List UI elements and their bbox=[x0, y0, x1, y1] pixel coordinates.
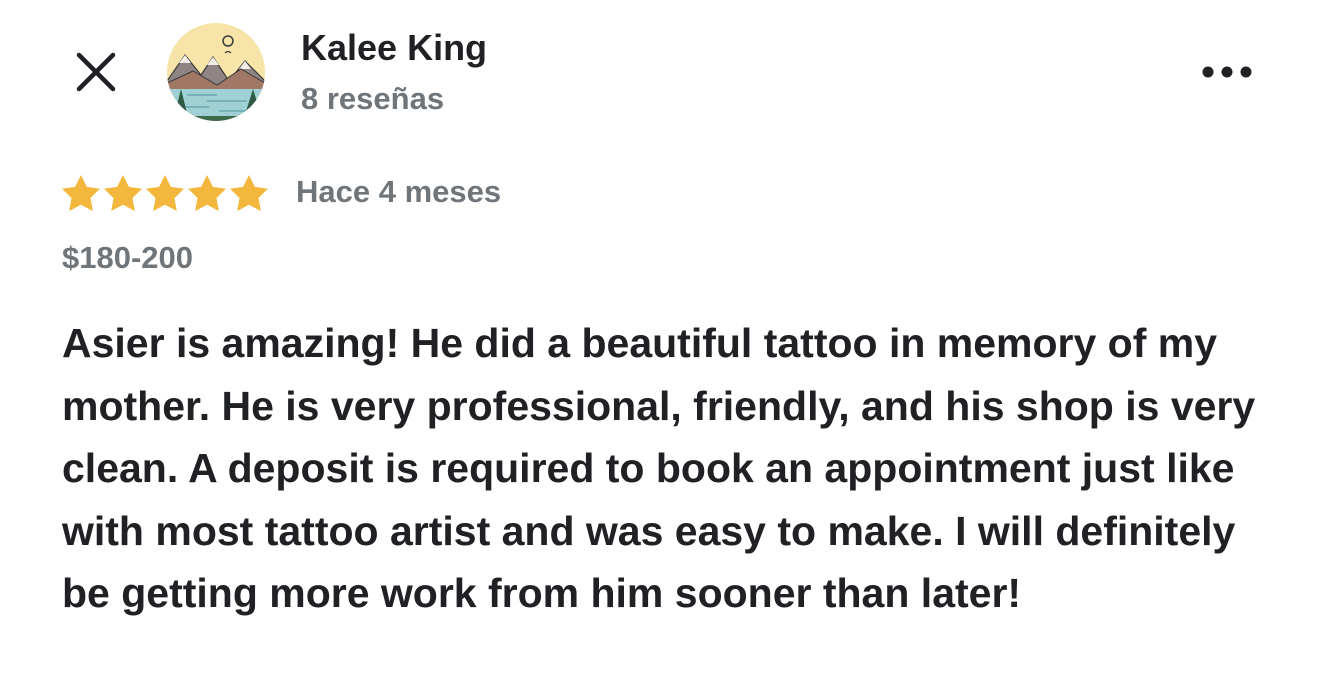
more-options-button[interactable] bbox=[1192, 50, 1262, 94]
mountain-lake-avatar-icon bbox=[167, 23, 265, 121]
star-icon bbox=[104, 175, 142, 211]
review-count: 8 reseñas bbox=[301, 81, 445, 116]
star-icon bbox=[62, 175, 100, 211]
star-icon bbox=[230, 175, 268, 211]
close-icon bbox=[76, 52, 116, 92]
more-options-icon bbox=[1202, 66, 1252, 78]
star-icon bbox=[146, 175, 184, 211]
review-time: Hace 4 meses bbox=[296, 174, 502, 209]
star-rating bbox=[61, 174, 269, 212]
reviewer-name[interactable]: Kalee King bbox=[301, 27, 487, 69]
close-button[interactable] bbox=[66, 46, 126, 98]
avatar[interactable] bbox=[167, 23, 265, 121]
price-range: $180-200 bbox=[62, 240, 194, 275]
review-text: Asier is amazing! He did a beautiful tat… bbox=[62, 320, 1256, 616]
star-icon bbox=[188, 175, 226, 211]
